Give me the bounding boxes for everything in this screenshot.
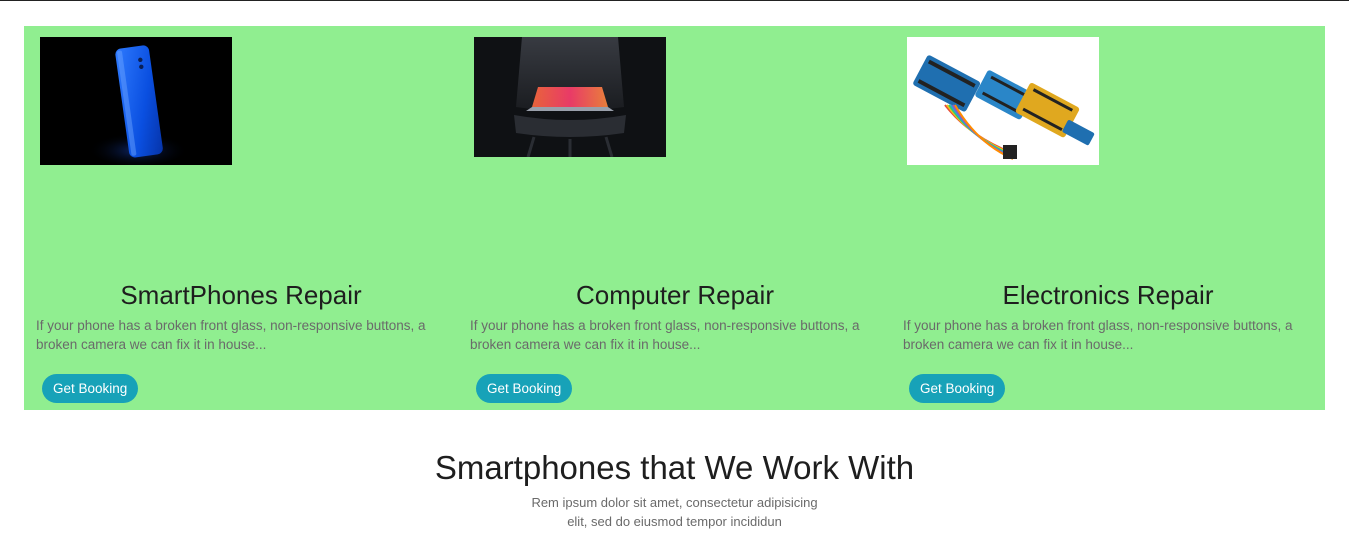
laptop-on-chair-photo	[474, 37, 666, 157]
get-booking-button[interactable]: Get Booking	[476, 374, 573, 403]
service-description: If your phone has a broken front glass, …	[903, 318, 1293, 352]
service-title: Electronics Repair	[1002, 280, 1214, 310]
service-description: If your phone has a broken front glass, …	[36, 318, 426, 352]
service-title: Computer Repair	[576, 280, 774, 310]
blue-smartphone-photo	[40, 37, 232, 165]
service-card-computer: Computer Repair If your phone has a brok…	[458, 26, 892, 410]
brands-section-title: Smartphones that We Work With	[434, 449, 915, 486]
service-title: SmartPhones Repair	[120, 280, 362, 310]
get-booking-button[interactable]: Get Booking	[42, 374, 139, 403]
subtitle-line-2: elit, sed do eiusmod tempor incididun	[567, 514, 782, 529]
subtitle-line-1: Rem ipsum dolor sit amet, consectetur ad…	[531, 495, 818, 510]
brands-section-subtitle: Rem ipsum dolor sit amet, consectetur ad…	[0, 493, 1349, 531]
service-card-smartphones: SmartPhones Repair If your phone has a b…	[24, 26, 458, 410]
arduino-boards-photo	[907, 37, 1099, 165]
service-image-electronics	[907, 37, 1099, 165]
service-image-smartphone	[40, 37, 232, 165]
service-image-computer	[474, 37, 666, 157]
services-section: SmartPhones Repair If your phone has a b…	[24, 26, 1325, 410]
get-booking-button[interactable]: Get Booking	[909, 374, 1006, 403]
service-description: If your phone has a broken front glass, …	[470, 318, 860, 352]
top-divider	[0, 0, 1349, 1]
service-card-electronics: Electronics Repair If your phone has a b…	[891, 26, 1325, 410]
